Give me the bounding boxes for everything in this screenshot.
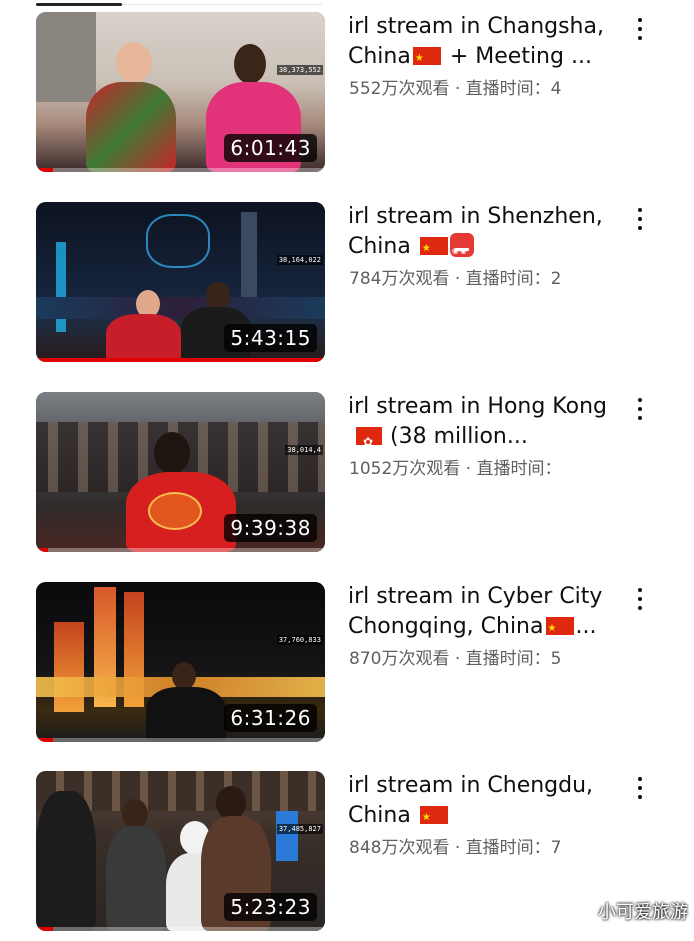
video-item-chongqing[interactable]: 37,760,833 6:31:26 irl stream in Cyber C… xyxy=(0,582,694,752)
video-title-suffix: (38 million... xyxy=(390,424,528,449)
duration-badge: 6:01:43 xyxy=(224,134,317,162)
video-meta: 848万次观看 · 直播时间：7 xyxy=(349,833,617,858)
duration-badge: 5:23:23 xyxy=(224,893,317,921)
video-meta: 784万次观看 · 直播时间：2 xyxy=(349,264,617,289)
video-title-text: irl stream in Hong Kong xyxy=(348,394,608,419)
watch-progress-fill xyxy=(36,927,54,931)
viewer-counter: 38,373,552 xyxy=(276,65,323,75)
live-time-label: 直播时间： xyxy=(465,269,551,289)
video-title-text: irl stream in Shenzhen, China xyxy=(348,204,603,259)
watermark-text: 小可爱旅游 xyxy=(598,902,688,923)
watch-progress-bar xyxy=(36,927,325,931)
china-flag-icon xyxy=(545,614,574,642)
live-time-label: 直播时间： xyxy=(465,79,551,99)
view-count: 552万次观看 xyxy=(349,79,450,99)
video-title[interactable]: irl stream in Cyber City Chongqing, Chin… xyxy=(348,582,618,642)
china-flag-icon xyxy=(412,44,441,72)
china-flag-icon xyxy=(419,803,448,831)
duration-badge: 9:39:38 xyxy=(224,514,317,542)
live-time-label: 直播时间： xyxy=(476,459,562,479)
video-meta: 1052万次观看 · 直播时间： xyxy=(349,454,617,479)
watch-progress-fill xyxy=(36,548,48,552)
video-thumbnail[interactable]: 38,373,552 6:01:43 xyxy=(36,12,325,172)
video-title[interactable]: irl stream in Hong Kong (38 million... xyxy=(348,392,618,452)
video-title-suffix: ... xyxy=(575,614,597,639)
video-title[interactable]: irl stream in Shenzhen, China xyxy=(348,202,618,262)
more-vert-icon[interactable] xyxy=(630,775,650,801)
more-vert-icon[interactable] xyxy=(630,586,650,612)
more-vert-icon[interactable] xyxy=(630,396,650,422)
watch-progress-bar xyxy=(36,548,325,552)
watch-progress-bar xyxy=(36,168,325,172)
video-title[interactable]: irl stream in Chengdu, China xyxy=(348,771,618,831)
watch-progress-fill xyxy=(36,358,325,362)
watch-progress-fill xyxy=(36,168,54,172)
watch-progress-bar xyxy=(36,738,325,742)
live-time-value: 4 xyxy=(550,79,562,99)
live-time-value: 2 xyxy=(550,269,562,289)
live-time-label: 直播时间： xyxy=(465,649,551,669)
viewer-counter: 38,164,022 xyxy=(276,255,323,265)
live-time-value: 5 xyxy=(550,649,562,669)
viewer-counter: 37,760,833 xyxy=(276,635,323,645)
video-thumbnail[interactable]: 37,760,833 6:31:26 xyxy=(36,582,325,742)
duration-badge: 5:43:15 xyxy=(224,324,317,352)
video-title[interactable]: irl stream in Changsha, China + Meeting … xyxy=(348,12,618,72)
view-count: 870万次观看 xyxy=(349,649,450,669)
hong-kong-flag-icon xyxy=(356,427,382,452)
live-time-label: 直播时间： xyxy=(465,838,551,858)
meta-separator: · xyxy=(460,459,477,479)
robot-icon xyxy=(449,233,474,262)
meta-separator: · xyxy=(449,838,466,858)
video-item-chengdu[interactable]: 37,485,827 5:23:23 irl stream in Chengdu… xyxy=(0,771,694,941)
video-thumbnail[interactable]: 38,164,022 5:43:15 xyxy=(36,202,325,362)
top-divider xyxy=(122,4,322,5)
video-item-changsha[interactable]: 38,373,552 6:01:43 irl stream in Changsh… xyxy=(0,12,694,182)
view-count: 784万次观看 xyxy=(349,269,450,289)
view-count: 1052万次观看 xyxy=(349,459,461,479)
video-title-suffix: + Meeting ... xyxy=(442,44,592,69)
video-item-shenzhen[interactable]: 38,164,022 5:43:15 irl stream in Shenzhe… xyxy=(0,202,694,372)
top-scroll-indicator xyxy=(36,3,122,6)
duration-badge: 6:31:26 xyxy=(224,704,317,732)
viewer-counter: 38,014,4 xyxy=(285,445,323,455)
video-thumbnail[interactable]: 37,485,827 5:23:23 xyxy=(36,771,325,931)
view-count: 848万次观看 xyxy=(349,838,450,858)
video-meta: 870万次观看 · 直播时间：5 xyxy=(349,644,617,669)
meta-separator: · xyxy=(449,79,466,99)
video-meta: 552万次观看 · 直播时间：4 xyxy=(349,74,617,99)
viewer-counter: 37,485,827 xyxy=(276,824,323,834)
meta-separator: · xyxy=(449,269,466,289)
china-flag-icon xyxy=(419,234,448,262)
video-thumbnail[interactable]: 38,014,4 9:39:38 xyxy=(36,392,325,552)
video-title-text: irl stream in Chengdu, China xyxy=(348,773,594,828)
more-vert-icon[interactable] xyxy=(630,206,650,232)
video-item-hong-kong[interactable]: 38,014,4 9:39:38 irl stream in Hong Kong… xyxy=(0,392,694,562)
meta-separator: · xyxy=(449,649,466,669)
watch-progress-fill xyxy=(36,738,54,742)
watch-progress-bar xyxy=(36,358,325,362)
live-time-value: 7 xyxy=(550,838,562,858)
more-vert-icon[interactable] xyxy=(630,16,650,42)
